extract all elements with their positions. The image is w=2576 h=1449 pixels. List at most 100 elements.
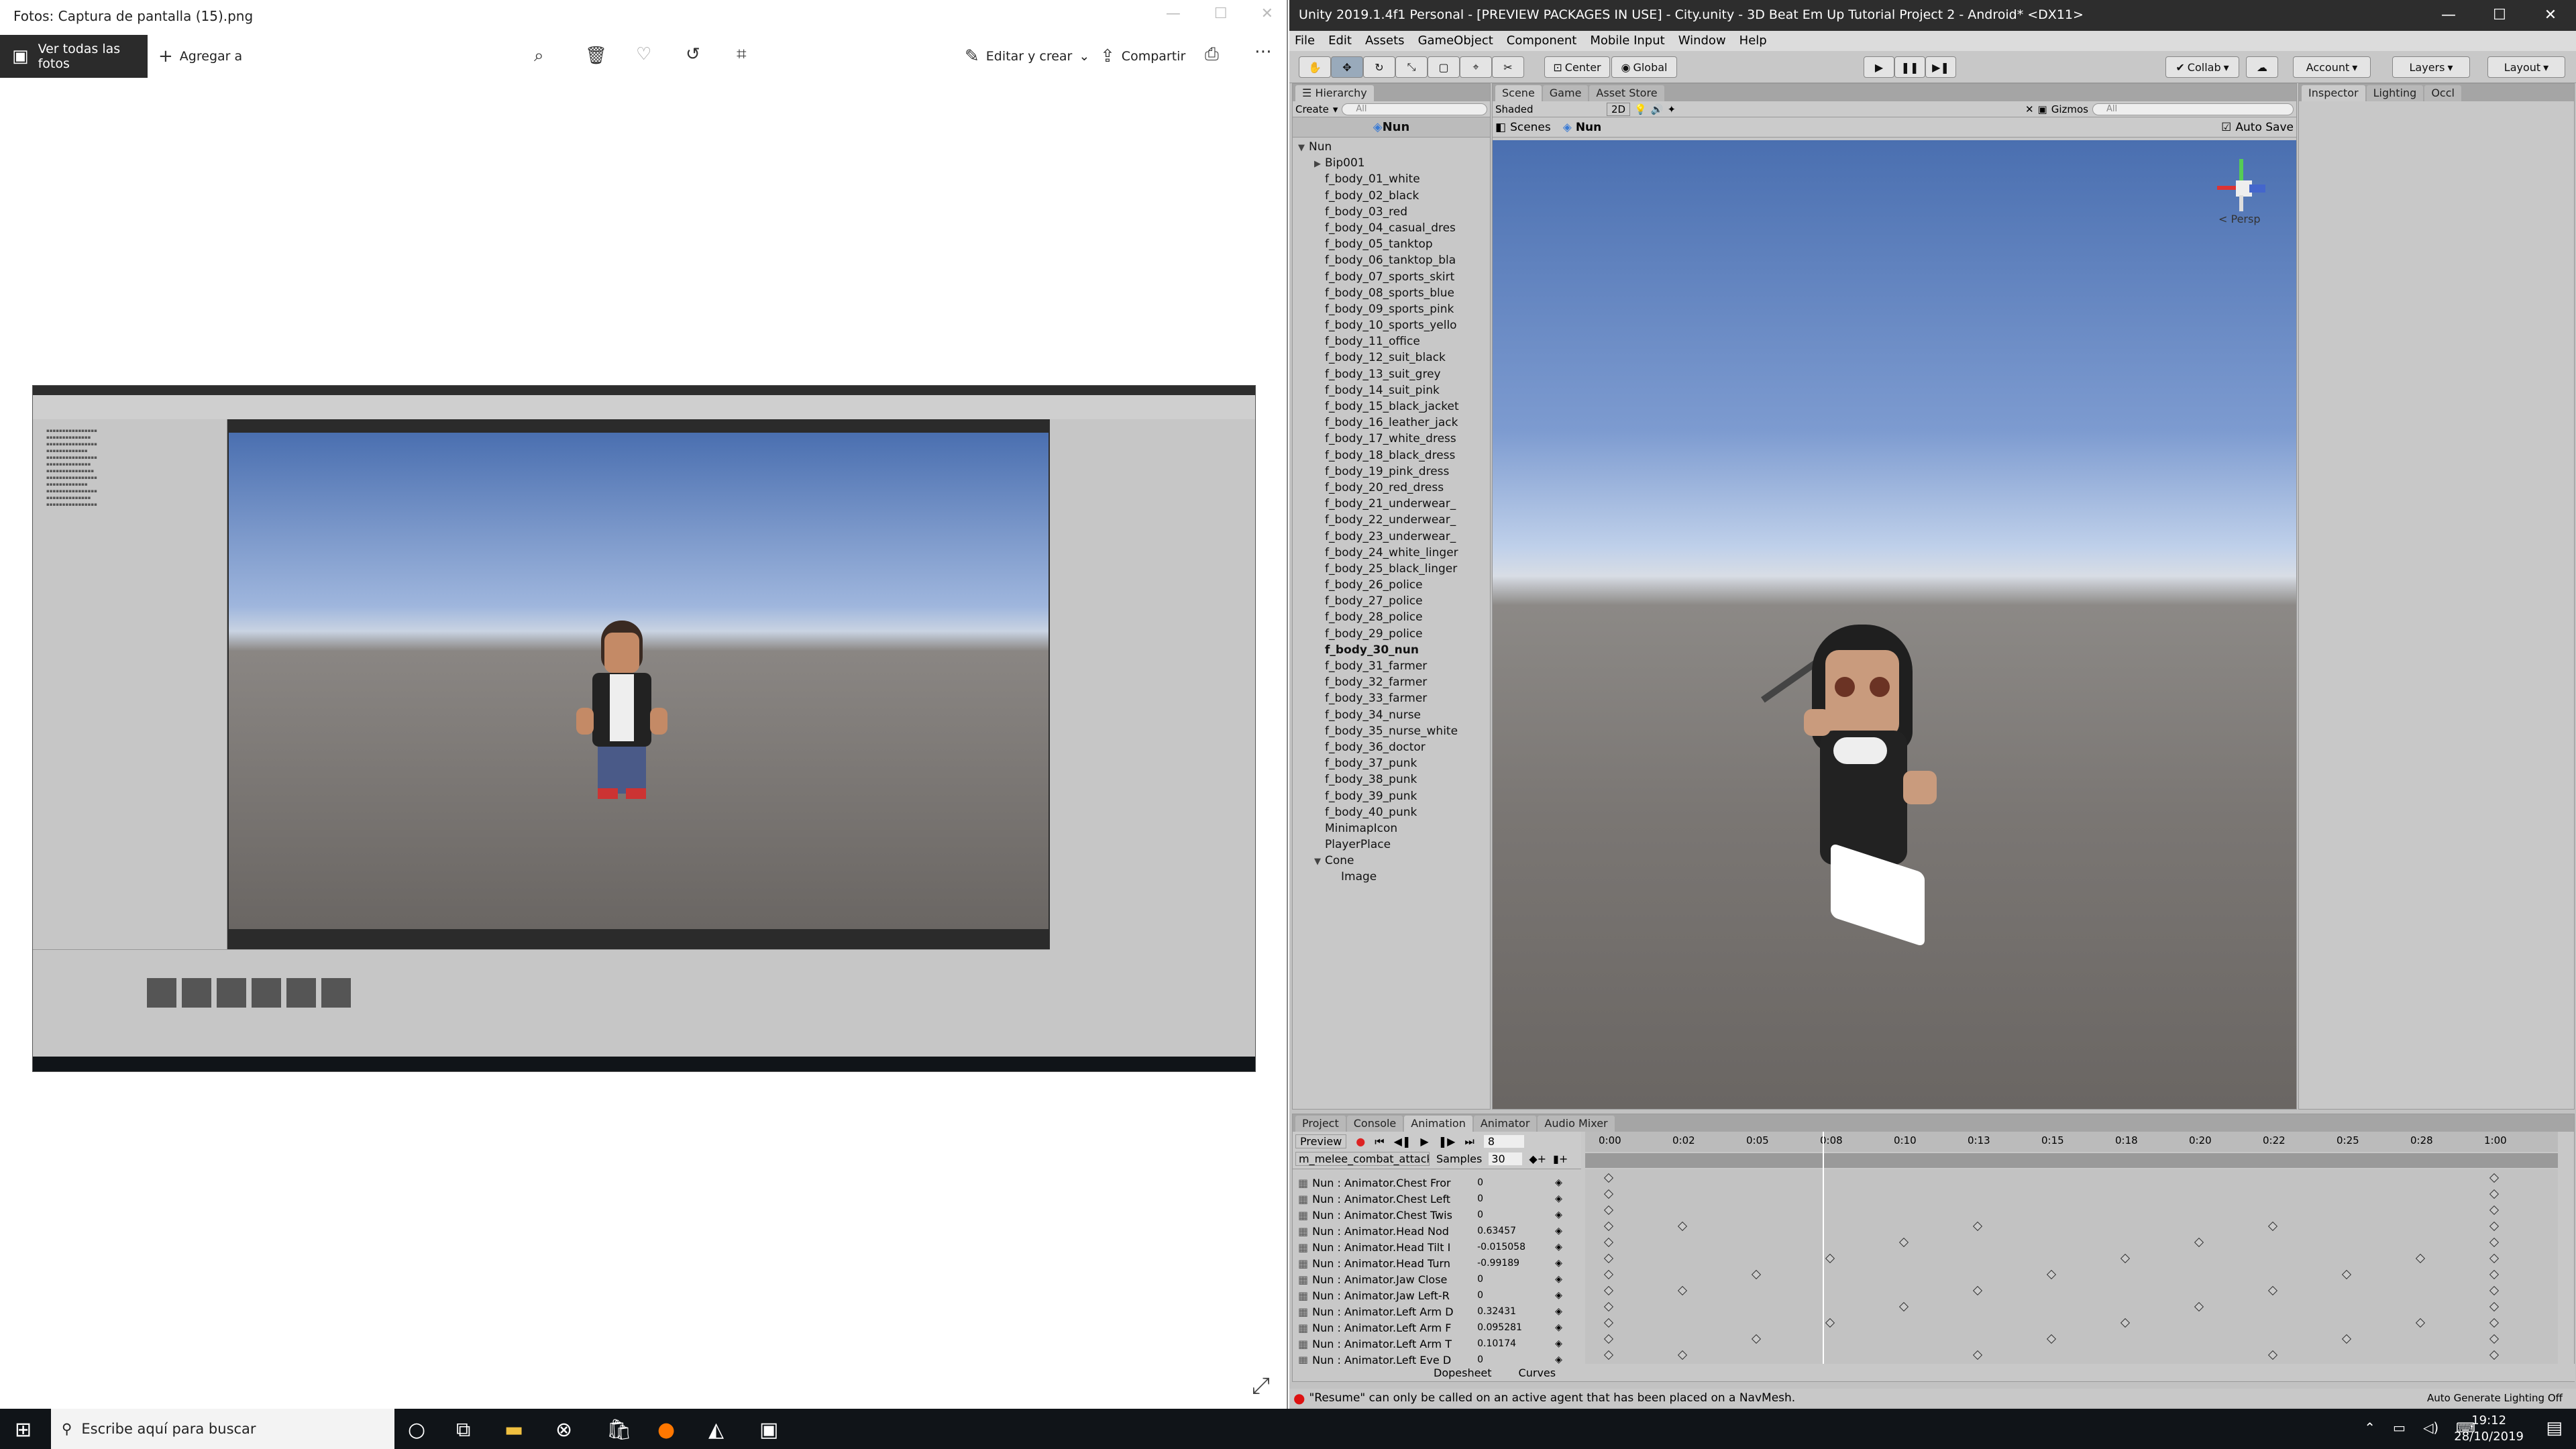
expand-icon[interactable]: ⤢ — [1252, 1373, 1270, 1399]
keyframe-toggle-icon[interactable]: ◈ — [1555, 1193, 1562, 1204]
clip-dropdown[interactable]: m_melee_combat_attack — [1295, 1152, 1430, 1166]
timeline-ruler[interactable]: 0:00 0:02 0:05 0:08 0:10 0:13 0:15 0:18 0:20 0:22… — [1585, 1132, 2558, 1152]
next-frame-icon[interactable]: ❚▶ — [1438, 1135, 1456, 1148]
hierarchy-item[interactable]: f_body_24_white_linger — [1293, 545, 1490, 561]
hierarchy-item[interactable]: f_body_21_underwear_ — [1293, 496, 1490, 512]
hierarchy-item[interactable]: f_body_17_white_dress — [1293, 431, 1490, 447]
property-value[interactable]: 0 — [1477, 1177, 1551, 1188]
delete-icon[interactable]: 🗑 — [585, 46, 607, 66]
crop-icon[interactable]: ⌗ — [737, 44, 747, 65]
animation-property-row[interactable]: ▦ Nun : Animator.Chest Left 0 ◈ — [1293, 1191, 1581, 1207]
breadcrumb-object[interactable]: Nun — [1576, 121, 1601, 134]
animation-property-row[interactable]: ▦ Nun : Animator.Head Turn -0.99189 ◈ — [1293, 1255, 1581, 1271]
hierarchy-item[interactable]: f_body_12_suit_black — [1293, 350, 1490, 366]
layout-dropdown[interactable]: Layout ▾ — [2487, 56, 2565, 78]
step-icon[interactable]: ▶❚ — [1925, 56, 1956, 78]
tab-asset-store[interactable]: Asset Store — [1589, 85, 1664, 101]
keyframe[interactable] — [2489, 1173, 2500, 1183]
keyframe-toggle-icon[interactable]: ◈ — [1555, 1210, 1562, 1220]
samples-field[interactable]: 30 — [1489, 1152, 1523, 1165]
keyframe[interactable] — [1677, 1221, 1688, 1232]
keyframe[interactable] — [1677, 1350, 1688, 1360]
keyframe[interactable] — [2341, 1269, 2352, 1280]
share-button[interactable]: ⇪ Compartir — [1100, 35, 1185, 78]
collab-button[interactable]: ✔ Collab ▾ — [2165, 56, 2239, 78]
xbox-icon[interactable]: ⊗ — [555, 1418, 572, 1442]
animation-property-row[interactable]: ▦ Nun : Animator.Jaw Left-R 0 ◈ — [1293, 1287, 1581, 1303]
create-dropdown[interactable]: Create — [1295, 103, 1329, 115]
keyframe[interactable] — [2489, 1221, 2500, 1232]
tab-audio-mixer[interactable]: Audio Mixer — [1538, 1116, 1615, 1132]
hierarchy-item[interactable]: f_body_29_police — [1293, 626, 1490, 642]
keyframe-toggle-icon[interactable]: ◈ — [1555, 1306, 1562, 1317]
favorite-icon[interactable]: ♡ — [636, 44, 651, 64]
animation-property-row[interactable]: ▦ Nun : Animator.Head Nod 0.63457 ◈ — [1293, 1223, 1581, 1239]
keyframe-toggle-icon[interactable]: ◈ — [1555, 1226, 1562, 1236]
unity-icon[interactable]: ◭ — [708, 1418, 724, 1442]
keyframe[interactable] — [1603, 1285, 1614, 1296]
minimize-icon[interactable]: — — [1166, 5, 1181, 22]
pivot-center-button[interactable]: ⊡ Center — [1544, 56, 1610, 78]
keyframe[interactable] — [1898, 1237, 1909, 1248]
scene-search-input[interactable]: All — [2092, 103, 2294, 115]
hierarchy-item[interactable]: f_body_33_farmer — [1293, 690, 1490, 706]
property-value[interactable]: 0.63457 — [1477, 1226, 1551, 1236]
keyframe[interactable] — [2489, 1253, 2500, 1264]
hierarchy-item[interactable]: ▶ Bip001 — [1293, 155, 1490, 171]
keyframe[interactable] — [1898, 1301, 1909, 1312]
file-explorer-icon[interactable]: ▬ — [504, 1418, 523, 1442]
windows-start-icon[interactable]: ⊞ — [15, 1418, 32, 1442]
keyframe[interactable] — [2046, 1269, 2057, 1280]
property-value[interactable]: 0.32431 — [1477, 1306, 1551, 1317]
keyframe[interactable] — [1603, 1173, 1614, 1183]
hierarchy-item[interactable]: f_body_34_nurse — [1293, 707, 1490, 723]
hierarchy-item[interactable]: f_body_31_farmer — [1293, 658, 1490, 674]
hierarchy-item[interactable]: f_body_40_punk — [1293, 804, 1490, 820]
keyframe[interactable] — [2489, 1301, 2500, 1312]
keyframe[interactable] — [1603, 1301, 1614, 1312]
tab-dopesheet[interactable]: Dopesheet — [1434, 1366, 1492, 1379]
frame-field[interactable]: 8 — [1483, 1135, 1524, 1148]
keyframe-toggle-icon[interactable]: ◈ — [1555, 1274, 1562, 1285]
keyframe[interactable] — [2341, 1334, 2352, 1344]
keyframe-toggle-icon[interactable]: ◈ — [1555, 1177, 1562, 1188]
maximize-icon[interactable]: ☐ — [2474, 0, 2525, 31]
keyframe[interactable] — [1972, 1221, 1983, 1232]
keyframe[interactable] — [2267, 1285, 2278, 1296]
layers-dropdown[interactable]: Layers ▾ — [2392, 56, 2470, 78]
keyframe[interactable] — [2415, 1253, 2426, 1264]
keyframe[interactable] — [2489, 1237, 2500, 1248]
hierarchy-item[interactable]: f_body_16_leather_jack — [1293, 415, 1490, 431]
tab-console[interactable]: Console — [1346, 1116, 1403, 1132]
first-frame-icon[interactable]: ⏮ — [1375, 1135, 1384, 1148]
tab-project[interactable]: Project — [1295, 1116, 1346, 1132]
cloud-icon[interactable]: ☁ — [2246, 56, 2278, 78]
keyframe[interactable] — [1603, 1205, 1614, 1216]
edit-create-button[interactable]: ✎ Editar y crear ⌄ — [965, 35, 1089, 78]
hierarchy-item[interactable]: f_body_04_casual_dres — [1293, 220, 1490, 236]
tab-inspector[interactable]: Inspector — [2302, 85, 2365, 101]
store-icon[interactable]: 🛍 — [606, 1418, 632, 1442]
hierarchy-item[interactable]: f_body_01_white — [1293, 171, 1490, 187]
keyframe[interactable] — [2194, 1237, 2204, 1248]
hierarchy-item[interactable]: f_body_02_black — [1293, 188, 1490, 204]
gizmos-dropdown[interactable]: Gizmos — [2051, 103, 2088, 115]
custom-tool-icon[interactable]: ✂ — [1492, 56, 1524, 78]
keyframe[interactable] — [2489, 1189, 2500, 1199]
hierarchy-search-input[interactable]: All — [1342, 103, 1487, 115]
status-message[interactable]: "Resume" can only be called on an active… — [1309, 1391, 1795, 1405]
hierarchy-item[interactable]: f_body_35_nurse_white — [1293, 723, 1490, 739]
hierarchy-item[interactable]: f_body_14_suit_pink — [1293, 382, 1490, 398]
hierarchy-item[interactable]: f_body_05_tanktop — [1293, 236, 1490, 252]
keyframe[interactable] — [1751, 1334, 1762, 1344]
animation-property-row[interactable]: ▦ Nun : Animator.Chest Fror 0 ◈ — [1293, 1175, 1581, 1191]
firefox-icon[interactable]: ● — [657, 1418, 675, 1442]
shading-mode-dropdown[interactable]: Shaded — [1495, 103, 1603, 115]
menu-window[interactable]: Window — [1678, 34, 1726, 48]
keyframe[interactable] — [1751, 1269, 1762, 1280]
move-tool-icon[interactable]: ✥ — [1331, 56, 1363, 78]
property-value[interactable]: 0.095281 — [1477, 1322, 1551, 1333]
keyframe[interactable] — [2489, 1334, 2500, 1344]
tab-hierarchy[interactable]: ☰ Hierarchy — [1295, 85, 1374, 101]
keyframe[interactable] — [2489, 1285, 2500, 1296]
